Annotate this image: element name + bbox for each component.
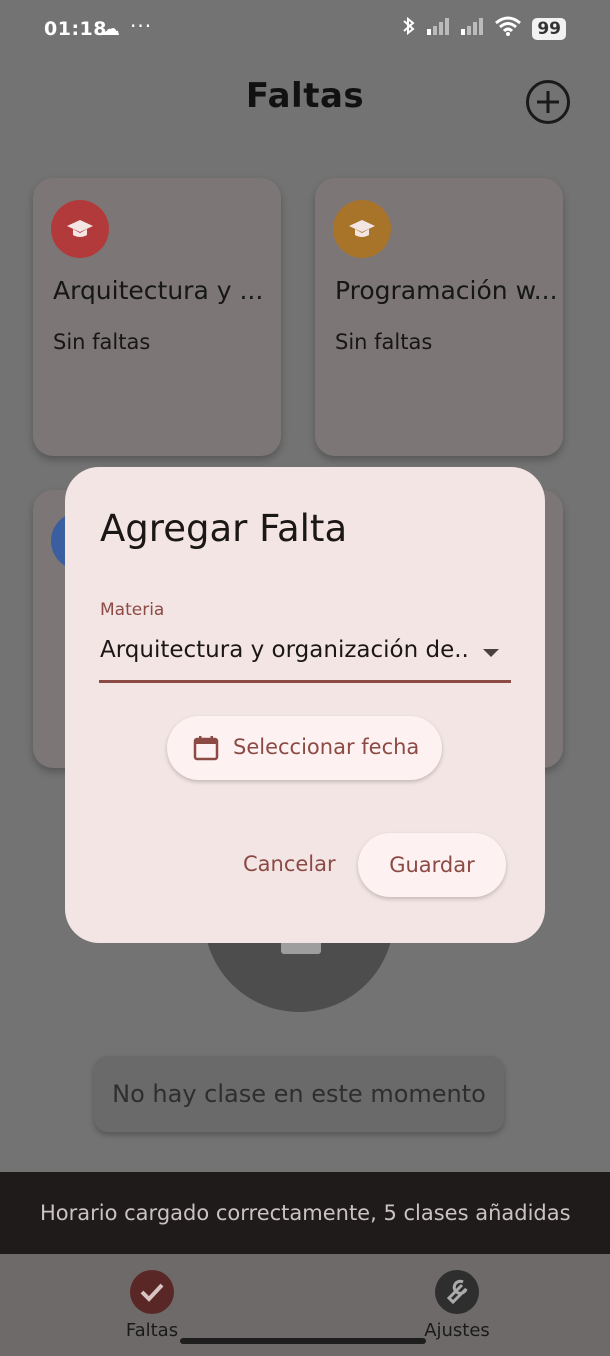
graduation-cap-icon xyxy=(333,200,391,258)
status-dots: ··· xyxy=(130,14,153,38)
cancel-button[interactable]: Cancelar xyxy=(235,848,344,880)
subject-dropdown[interactable]: Arquitectura y organización de... xyxy=(99,627,511,683)
subject-card[interactable]: Programación w... Sin faltas xyxy=(315,178,563,456)
check-icon xyxy=(130,1270,174,1314)
cloud-icon: ☁ xyxy=(101,18,120,40)
status-time: 01:18 xyxy=(44,18,107,40)
subject-card[interactable]: Arquitectura y ... Sin faltas xyxy=(33,178,281,456)
card-title: Arquitectura y ... xyxy=(53,276,264,305)
signal-icon-2 xyxy=(460,17,484,40)
calendar-icon xyxy=(193,736,219,761)
select-date-label: Seleccionar fecha xyxy=(233,735,420,759)
add-icon[interactable] xyxy=(526,80,570,124)
wifi-icon xyxy=(494,16,522,41)
save-button[interactable]: Guardar xyxy=(358,833,506,897)
page-title: Faltas xyxy=(245,76,365,116)
status-icons: 99 xyxy=(402,16,566,41)
card-title: Programación w... xyxy=(335,276,555,305)
nav-item-ajustes[interactable]: Ajustes xyxy=(402,1270,512,1341)
signal-icon-1 xyxy=(426,17,450,40)
dialog-title: Agregar Falta xyxy=(100,507,348,550)
nav-item-faltas[interactable]: Faltas xyxy=(97,1270,207,1341)
home-indicator xyxy=(180,1338,426,1344)
select-date-button[interactable]: Seleccionar fecha xyxy=(167,716,442,780)
snackbar: Horario cargado correctamente, 5 clases … xyxy=(0,1172,610,1254)
battery-indicator: 99 xyxy=(532,17,566,40)
wrench-icon xyxy=(435,1270,479,1314)
dropdown-arrow-icon xyxy=(483,649,499,657)
graduation-cap-icon xyxy=(51,200,109,258)
add-absence-dialog: Agregar Falta Materia Arquitectura y org… xyxy=(65,467,545,943)
status-bar: 01:18 ☁ ··· 99 xyxy=(0,0,610,62)
subject-field-label: Materia xyxy=(100,600,165,620)
subject-dropdown-value: Arquitectura y organización de... xyxy=(100,637,470,663)
no-class-banner: No hay clase en este momento xyxy=(94,1056,504,1132)
card-subtitle: Sin faltas xyxy=(53,330,151,354)
card-subtitle: Sin faltas xyxy=(335,330,433,354)
bluetooth-icon xyxy=(402,16,416,41)
